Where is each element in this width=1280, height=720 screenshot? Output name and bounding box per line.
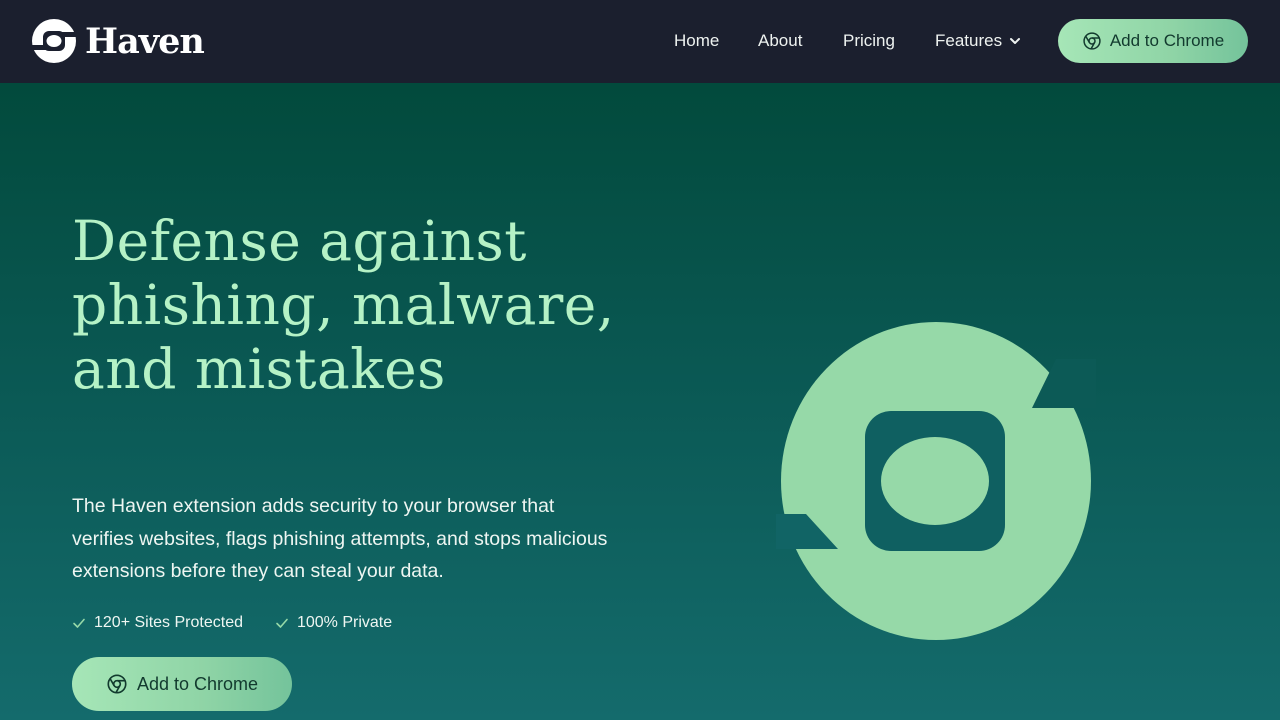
hero-features: 120+ Sites Protected 100% Private [72, 613, 392, 633]
feature-label: 120+ Sites Protected [94, 614, 243, 631]
haven-logo-icon [776, 322, 1096, 640]
hero-section: Defense against phishing, malware, and m… [0, 83, 1280, 720]
hero-title: Defense against phishing, malware, and m… [72, 209, 615, 401]
nav-about-link[interactable]: About [758, 29, 802, 53]
nav-add-to-chrome-button[interactable]: Add to Chrome [1058, 19, 1248, 63]
feature-label: 100% Private [296, 614, 393, 631]
nav-pricing-link[interactable]: Pricing [843, 29, 895, 53]
hero-add-to-chrome-button[interactable]: Add to Chrome [72, 657, 292, 711]
chrome-icon [1083, 32, 1101, 50]
nav-cta-label: Add to Chrome [1109, 31, 1225, 50]
top-navbar: Haven Home About Pricing Features Add to… [0, 0, 1280, 83]
check-icon [73, 618, 85, 628]
hero-cta-label: Add to Chrome [136, 673, 259, 694]
chevron-down-icon [1010, 38, 1021, 44]
chrome-icon [107, 674, 127, 694]
nav-features-dropdown[interactable]: Features [935, 29, 1022, 53]
feature-private: 100% Private [275, 614, 392, 632]
nav-home-link[interactable]: Home [674, 29, 719, 53]
feature-sites-protected: 120+ Sites Protected [72, 614, 243, 632]
check-icon [276, 618, 288, 628]
hero-description: The Haven extension adds security to you… [72, 495, 608, 582]
nav-features-label: Features [935, 31, 1003, 50]
